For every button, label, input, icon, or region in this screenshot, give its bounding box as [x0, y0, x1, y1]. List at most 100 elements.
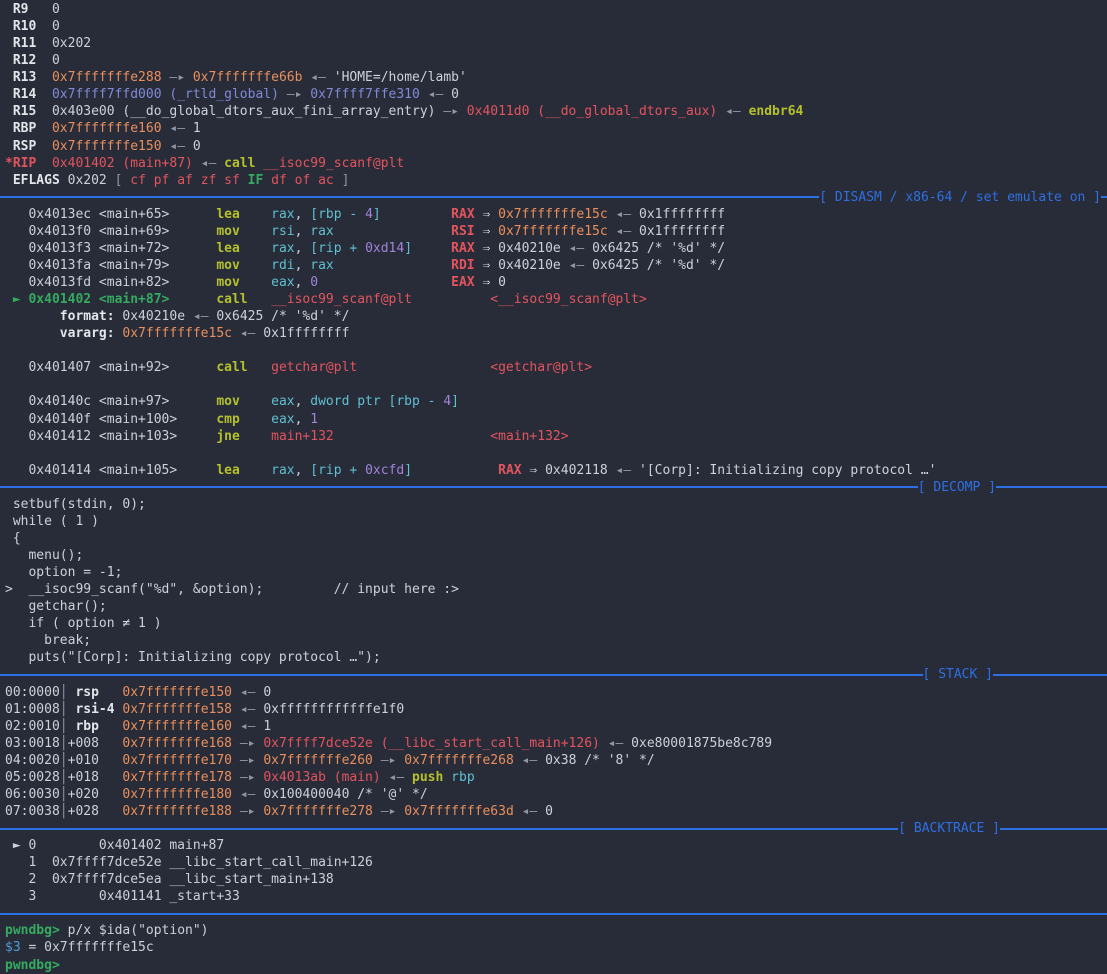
disasm-line-main82-seg-0: 0x4013fd <main+82>	[5, 275, 216, 290]
disasm-line-main105-seg-9: RAX	[498, 463, 521, 478]
stack-row-5-seg-8: rbp	[443, 770, 474, 785]
stack-row-3-seg-5: 0x7ffff7dce52e (__libc_start_call_main+1…	[263, 736, 600, 751]
disasm-line-main69-seg-4: ,	[295, 224, 311, 239]
disasm-line-current-main87-seg-1: call	[216, 292, 247, 307]
disasm-line-main69-seg-3: rsi	[271, 224, 294, 239]
separator-rule	[0, 674, 923, 676]
prompt-history-command-seg-0: pwndbg>	[5, 923, 68, 938]
backtrace-section-header: [ BACKTRACE ]	[0, 820, 1107, 837]
disasm-line-main79-seg-4: ,	[295, 258, 311, 273]
disasm-arg-vararg-seg-1: 0x7fffffffe15c	[122, 326, 232, 341]
stack-row-6-seg-3: 0x7fffffffe180	[122, 787, 232, 802]
stack-row-5-seg-1: │	[60, 770, 68, 785]
register-rip-seg-1: 0x401402 (main+87)	[52, 156, 193, 171]
stack-row-7-seg-4: —▸	[232, 804, 263, 819]
decomp-line-setbuf: setbuf(stdin, 0);	[5, 496, 1107, 513]
disasm-line-main79-seg-0: 0x4013fa <main+79>	[5, 258, 216, 273]
disasm-arg-vararg-seg-0: vararg:	[5, 326, 122, 341]
register-r14-seg-0: R14	[5, 87, 52, 102]
register-rbp-seg-1: 0x7fffffffe160	[52, 121, 162, 136]
disasm-line-main69-seg-10: ◂—	[608, 224, 639, 239]
register-r13: R13 0x7fffffffe288 —▸ 0x7fffffffe66b ◂— …	[5, 69, 1107, 86]
register-rip: *RIP 0x401402 (main+87) ◂— call __isoc99…	[5, 155, 1107, 172]
disasm-line-main92: 0x401407 <main+92> call getchar@plt <get…	[5, 359, 1107, 376]
disasm-line-main105-seg-10: ⇒	[522, 463, 545, 478]
disasm-line-main92-seg-5: <getchar@plt>	[490, 360, 592, 375]
stack-row-6-seg-1: │	[60, 787, 68, 802]
register-r13-seg-3: 0x7fffffffe66b	[193, 70, 303, 85]
disasm-line-main82-seg-2	[240, 275, 271, 290]
stack-row-6: 06:0030│+020 0x7fffffffe180 ◂— 0x1004000…	[5, 786, 1107, 803]
disasm-line-main100-seg-3: eax	[271, 412, 294, 427]
stack-row-2-seg-4: 0x7fffffffe160	[122, 719, 232, 734]
pwndbg-terminal[interactable]: R9 0 R10 0 R11 0x202 R12 0 R13 0x7ffffff…	[0, 0, 1107, 974]
decomp-line-puts-seg-0: puts("[Corp]: Initializing copy protocol…	[5, 650, 381, 665]
disasm-line-main65-seg-9: RAX	[451, 207, 474, 222]
disasm-line-main100-seg-1: cmp	[216, 412, 239, 427]
disasm-line-main72-seg-2	[240, 241, 271, 256]
stack-row-5-seg-2: +018	[68, 770, 123, 785]
register-r10-seg-0: R10	[5, 19, 52, 34]
disasm-line-main92-seg-3: getchar@plt	[271, 360, 357, 375]
disasm-line-main103: 0x401412 <main+103> jne main+132 <main+1…	[5, 428, 1107, 445]
stack-row-3-seg-7: 0xe80001875be8c789	[631, 736, 772, 751]
disasm-line-main69-seg-9: 0x7fffffffe15c	[498, 224, 608, 239]
disasm-line-main103-seg-1: jne	[216, 429, 239, 444]
register-r10: R10 0	[5, 18, 1107, 35]
disasm-line-main103-seg-3: main+132	[271, 429, 334, 444]
register-eflags: EFLAGS 0x202 [ cf pf af zf sf IF df of a…	[5, 172, 1107, 189]
register-eflags-seg-3: cf pf af zf sf	[130, 173, 247, 188]
decomp-line-if: if ( option ≠ 1 )	[5, 615, 1107, 632]
disasm-line-main105-seg-13: '[Corp]: Initializing copy protocol …'	[639, 463, 936, 478]
separator-rule	[1000, 828, 1107, 830]
disasm-line-main65-seg-6: 4	[365, 207, 373, 222]
blank-line	[5, 376, 1107, 393]
register-r13-seg-5: 'HOME=/home/lamb'	[334, 70, 467, 85]
stack-row-1-seg-2: rsi-4	[75, 702, 114, 717]
register-r15: R15 0x403e00 (__do_global_dtors_aux_fini…	[5, 103, 1107, 120]
disasm-line-main65-seg-11: 0x7fffffffe15c	[498, 207, 608, 222]
disasm-line-main65-seg-5: [rbp -	[310, 207, 365, 222]
register-rsp-seg-2: ◂—	[162, 139, 193, 154]
prompt-input[interactable]: pwndbg>	[5, 957, 1107, 974]
disasm-arg-format-seg-2: ◂—	[185, 309, 216, 324]
backtrace-frame-1: 1 0x7ffff7dce52e __libc_start_call_main+…	[5, 854, 1107, 871]
register-r9-seg-1: 0	[52, 2, 60, 17]
decomp-line-scanf-current-seg-1	[263, 582, 333, 597]
disasm-line-main105-seg-7: ]	[404, 463, 412, 478]
stack-row-4-seg-3: 0x7fffffffe170	[122, 753, 232, 768]
disasm-line-main82-seg-9: 0	[498, 275, 506, 290]
disasm-line-main97-seg-6: 4	[443, 394, 451, 409]
register-r10-seg-1: 0	[52, 19, 60, 34]
disasm-line-main79-seg-8: ⇒	[475, 258, 498, 273]
stack-row-2-seg-0: 02:0010	[5, 719, 60, 734]
disasm-line-main69-seg-1: mov	[216, 224, 239, 239]
disasm-line-main82-seg-6	[318, 275, 451, 290]
disasm-line-main97-seg-2	[240, 394, 271, 409]
decomp-line-break-seg-0: break;	[5, 633, 91, 648]
backtrace-frame-1-seg-0: 1 0x7ffff7dce52e __libc_start_call_main+…	[5, 855, 373, 870]
decomp-line-if-seg-0: if ( option ≠ 1 )	[5, 616, 162, 631]
disasm-arg-format-seg-3: 0x6425 /* '%d' */	[216, 309, 349, 324]
decomp-line-setbuf-seg-0: setbuf(stdin, 0);	[5, 497, 146, 512]
disasm-line-main97-seg-4: ,	[295, 394, 311, 409]
stack-row-7-seg-3: 0x7fffffffe188	[122, 804, 232, 819]
disasm-line-main92-seg-4	[357, 360, 490, 375]
backtrace-section-header-label: [ BACKTRACE ]	[898, 820, 1000, 837]
decomp-line-option: option = -1;	[5, 564, 1107, 581]
disasm-line-main92-seg-1: call	[216, 360, 247, 375]
decomp-line-option-seg-0: option = -1;	[5, 565, 122, 580]
stack-row-4-seg-0: 04:0020	[5, 753, 60, 768]
backtrace-frame-0: ► 0 0x401402 main+87	[5, 837, 1107, 854]
register-r9-seg-0: R9	[5, 2, 52, 17]
register-rbp-seg-3: 1	[193, 121, 201, 136]
disasm-line-main69-seg-5: rax	[310, 224, 333, 239]
register-r9: R9 0	[5, 1, 1107, 18]
disasm-line-current-main87-seg-5: <__isoc99_scanf@plt>	[490, 292, 647, 307]
stack-row-6-seg-2: +020	[68, 787, 123, 802]
disasm-line-main105-seg-4: ,	[295, 463, 311, 478]
disasm-line-main79-seg-5: rax	[310, 258, 333, 273]
disasm-line-current-main87: ► 0x401402 <main+87> call __isoc99_scanf…	[5, 291, 1107, 308]
separator-rule	[0, 196, 819, 198]
disasm-line-main79-seg-10: ◂—	[561, 258, 592, 273]
